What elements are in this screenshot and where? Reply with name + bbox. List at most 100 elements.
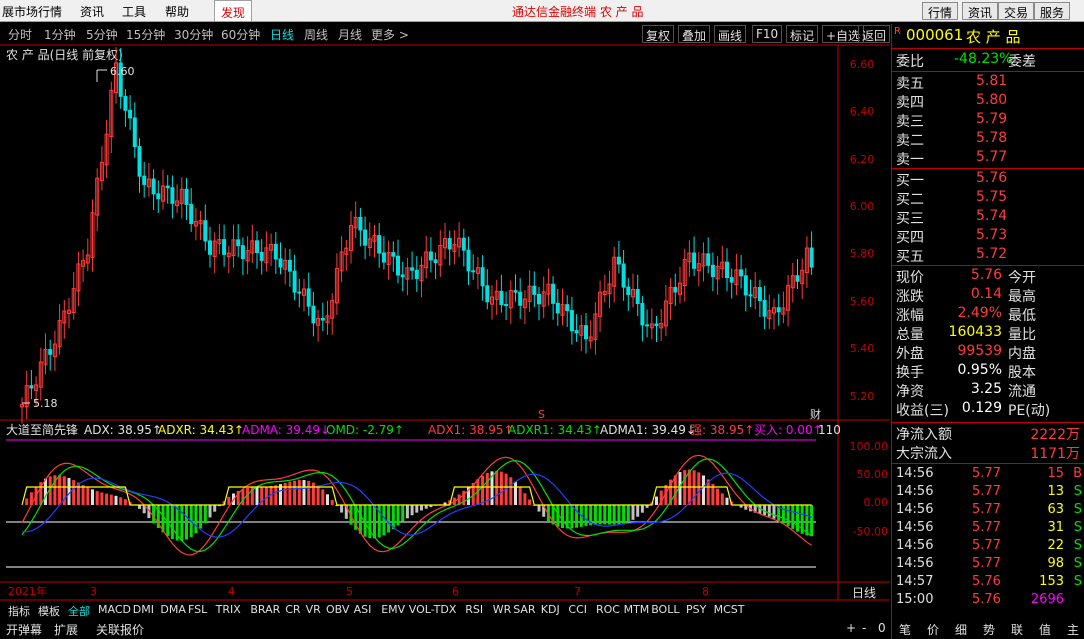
indicator-bar xyxy=(382,505,386,536)
quote-side-tab[interactable]: 价 xyxy=(927,621,939,638)
indicator-tab[interactable]: TRIX xyxy=(216,603,241,616)
candle-body xyxy=(165,185,170,189)
quote-button[interactable]: 行情 xyxy=(922,2,959,20)
candle-body xyxy=(532,285,537,295)
candle-body xyxy=(748,294,753,297)
related-quote-button[interactable]: 关联报价 xyxy=(96,621,144,638)
quote-side-tab[interactable]: 细 xyxy=(955,621,967,638)
low-label: 5.18 xyxy=(33,397,58,410)
date-tick: 3 xyxy=(90,585,97,598)
zoom-in-button[interactable]: + xyxy=(846,621,856,635)
danmu-button[interactable]: 开弹幕 xyxy=(6,621,42,638)
menu-help[interactable]: 帮助 xyxy=(165,3,189,20)
kline-chart[interactable]: 6.60 6.40 6.20 6.00 5.80 5.60 5.40 5.20 6.60 5.… xyxy=(0,22,890,602)
indicator-tab[interactable]: MACD xyxy=(98,603,131,616)
indicator-bar xyxy=(518,487,522,505)
indicator-bar xyxy=(636,505,640,517)
bid-label: 买五 xyxy=(896,249,924,265)
candle-body xyxy=(762,299,767,317)
stat-label-2: 量比 xyxy=(1008,327,1036,343)
indicator-tab[interactable]: SAR xyxy=(513,603,535,616)
menu-discover[interactable]: 发现 xyxy=(214,0,253,22)
indicator-tab[interactable]: EMV xyxy=(381,603,405,616)
indicator-bar xyxy=(340,505,344,513)
indicator-tab[interactable]: WR xyxy=(493,603,512,616)
r-badge: R xyxy=(894,26,901,37)
indicator-bar xyxy=(767,505,771,517)
indicator-name[interactable]: 大道至简先锋 xyxy=(6,423,78,437)
expand-button[interactable]: 扩展 xyxy=(54,621,78,638)
indicator-tab[interactable]: BRAR xyxy=(250,603,280,616)
flow-value: 1171万 xyxy=(1030,446,1080,462)
indicator-tab[interactable]: DMA xyxy=(160,603,186,616)
indicator-tab[interactable]: 模板 xyxy=(38,603,60,619)
quote-side-tabs: 笔价细势联值主 xyxy=(891,620,1084,639)
quote-side-tab[interactable]: 笔 xyxy=(899,621,911,638)
candle-body xyxy=(156,193,161,200)
price-tick: 6.00 xyxy=(850,200,875,213)
indicator-tab[interactable]: BOLL xyxy=(651,603,679,616)
indicator-tab[interactable]: ASI xyxy=(354,603,372,616)
bid-row[interactable]: 买四 5.73 xyxy=(894,227,1084,246)
menu-tools[interactable]: 工具 xyxy=(122,3,146,20)
trade-button[interactable]: 交易 xyxy=(998,2,1035,20)
indicator-bar xyxy=(67,477,71,505)
ask-price: 5.77 xyxy=(976,149,1008,165)
indicator-bar xyxy=(302,480,306,505)
candle-body xyxy=(729,277,734,283)
bid-row[interactable]: 买三 5.74 xyxy=(894,208,1084,227)
candle-body xyxy=(725,261,729,279)
candle-body xyxy=(692,252,697,269)
indicator-bar xyxy=(185,505,188,540)
quote-side-tab[interactable]: 势 xyxy=(983,621,995,638)
indicator-tab[interactable]: 指标 xyxy=(8,603,30,619)
service-button[interactable]: 服务 xyxy=(1034,2,1071,20)
menu-news[interactable]: 资讯 xyxy=(80,3,104,20)
indicator-bar xyxy=(330,499,334,505)
indicator-bar xyxy=(227,496,231,505)
indicator-tab[interactable]: FSL xyxy=(188,603,207,616)
indicator-bar xyxy=(387,505,391,533)
indicator-bar xyxy=(725,497,729,505)
indicator-bar xyxy=(311,482,315,505)
indicator-tab[interactable]: MCST xyxy=(714,603,745,616)
quote-side-tab[interactable]: 值 xyxy=(1039,621,1051,638)
news-button[interactable]: 资讯 xyxy=(962,2,999,20)
indicator-tab[interactable]: CR xyxy=(285,603,300,616)
indicator-tab[interactable]: VR xyxy=(306,603,321,616)
ask-row[interactable]: 卖一 5.77 xyxy=(894,149,1084,168)
menu-market[interactable]: 展市场行情 xyxy=(2,3,62,20)
zoom-reset-button[interactable]: 0 xyxy=(878,621,886,635)
indicator-bar xyxy=(640,505,644,513)
indicator-tab[interactable]: KDJ xyxy=(541,603,560,616)
indicator-bar xyxy=(123,499,127,505)
quote-panel: R 000061 农 产 品 委比 -48.23% 委差 卖五 5.81 卖四 5.8… xyxy=(891,24,1084,639)
indicator-tab[interactable]: VOL-TDX xyxy=(409,603,457,616)
zoom-out-button[interactable]: - xyxy=(862,621,866,635)
indicator-tab[interactable]: ROC xyxy=(596,603,620,616)
ask-row[interactable]: 卖二 5.78 xyxy=(894,130,1084,149)
bid-row[interactable]: 买五 5.72 xyxy=(894,246,1084,265)
quote-side-tab[interactable]: 主 xyxy=(1067,621,1079,638)
bid-price: 5.75 xyxy=(976,189,1008,205)
indicator-bar xyxy=(208,505,212,518)
indicator-tab[interactable]: OBV xyxy=(326,603,349,616)
bid-row[interactable]: 买二 5.75 xyxy=(894,189,1084,208)
indicator-tab[interactable]: CCI xyxy=(568,603,587,616)
ask-row[interactable]: 卖三 5.79 xyxy=(894,111,1084,130)
price-tick: 5.60 xyxy=(850,295,875,308)
indicator-tab[interactable]: 全部 xyxy=(68,603,90,619)
candle-body xyxy=(518,291,523,306)
ask-row[interactable]: 卖四 5.80 xyxy=(894,92,1084,111)
ask-price: 5.79 xyxy=(976,111,1008,127)
quote-side-tab[interactable]: 联 xyxy=(1011,621,1023,638)
indicator-tab[interactable]: RSI xyxy=(465,603,483,616)
indicator-tab[interactable]: MTM xyxy=(624,603,650,616)
indicator-tab[interactable]: DMI xyxy=(133,603,154,616)
ask-row[interactable]: 卖五 5.81 xyxy=(894,73,1084,92)
bid-row[interactable]: 买一 5.76 xyxy=(894,170,1084,189)
tick-row: 14:56 5.77 13 S xyxy=(896,484,1082,499)
indicator-bar xyxy=(203,505,207,524)
adxr1-value: ADXR1: 34.43↑ xyxy=(508,423,602,437)
indicator-tab[interactable]: PSY xyxy=(686,603,706,616)
